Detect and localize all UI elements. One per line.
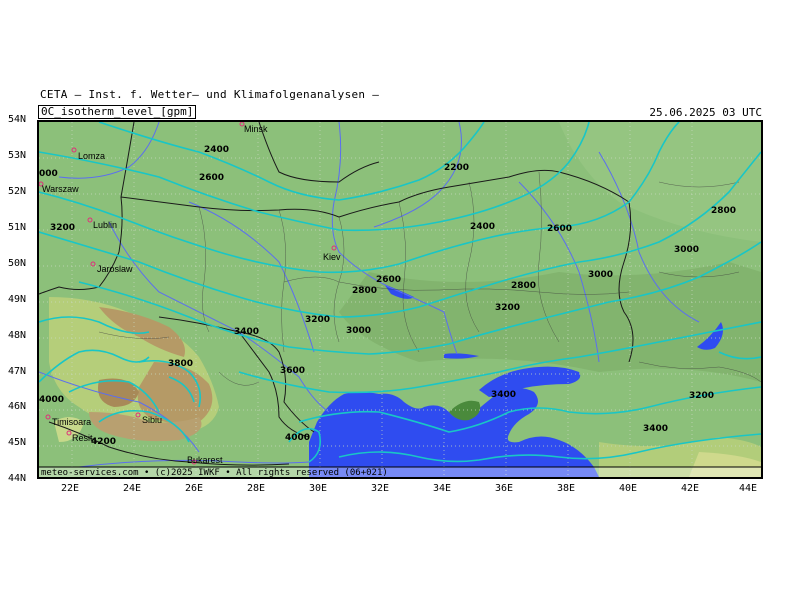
contour-label: 3000: [674, 245, 699, 255]
lon-label: 38E: [556, 483, 576, 494]
copyright-footer: meteo-services.com • (c)2025 IWKF • All …: [41, 468, 388, 477]
contour-label: 3600: [280, 366, 305, 376]
lon-label: 30E: [308, 483, 328, 494]
city-label-bukarest: Bukarest: [187, 455, 223, 465]
lat-label: 53N: [8, 150, 27, 161]
city-label-minsk: Minsk: [244, 124, 268, 134]
contour-label: 2800: [352, 286, 377, 296]
map-panel: Minsk Lomza Warszaw Lublin Jaroslaw Kiev…: [37, 120, 763, 479]
lat-label: 44N: [8, 473, 27, 484]
contour-label: 3400: [491, 390, 516, 400]
contour-label: 2400: [470, 222, 495, 232]
contour-label: 2200: [444, 163, 469, 173]
contour-label: 2600: [547, 224, 572, 234]
lon-label: 42E: [680, 483, 700, 494]
lon-label: 32E: [370, 483, 390, 494]
valid-time-label: 25.06.2025 03 UTC: [649, 106, 762, 119]
city-label-jaroslaw: Jaroslaw: [97, 264, 133, 274]
city-label-sibiu: Sibiu: [142, 415, 162, 425]
lon-label: 28E: [246, 483, 266, 494]
contour-label: 3400: [234, 327, 259, 337]
lat-label: 48N: [8, 330, 27, 341]
contour-label: 000: [39, 169, 58, 179]
city-label-lomza: Lomza: [78, 151, 105, 161]
lon-label: 40E: [618, 483, 638, 494]
lat-label: 46N: [8, 401, 27, 412]
city-label-warszaw: Warszaw: [42, 184, 79, 194]
contour-label: 2800: [511, 281, 536, 291]
contour-label: 3200: [305, 315, 330, 325]
contour-label: 3400: [643, 424, 668, 434]
contour-label: 3800: [168, 359, 193, 369]
lat-label: 50N: [8, 258, 27, 269]
contour-label: 4000: [285, 433, 310, 443]
lat-label: 47N: [8, 366, 27, 377]
map-canvas: Minsk Lomza Warszaw Lublin Jaroslaw Kiev…: [39, 122, 761, 477]
lon-label: 26E: [184, 483, 204, 494]
lon-label: 34E: [432, 483, 452, 494]
city-label-lublin: Lublin: [93, 220, 117, 230]
city-label-resit: Resit: [72, 433, 93, 443]
map-title: CETA — Inst. f. Wetter— und Klimafolgena…: [40, 88, 380, 101]
contour-label: 2400: [204, 145, 229, 155]
contour-label: 2800: [711, 206, 736, 216]
lon-label: 36E: [494, 483, 514, 494]
contour-label: 2600: [199, 173, 224, 183]
parameter-label: 0C_isotherm_level_[gpm]: [38, 105, 197, 119]
lat-label: 51N: [8, 222, 27, 233]
lat-label: 52N: [8, 186, 27, 197]
contour-label: 3200: [50, 223, 75, 233]
lon-label: 22E: [60, 483, 80, 494]
contour-label: 2600: [376, 275, 401, 285]
lat-label: 54N: [8, 114, 27, 125]
lon-label: 44E: [738, 483, 758, 494]
city-label-timisoara: Timisoara: [52, 417, 91, 427]
lat-label: 45N: [8, 437, 27, 448]
contour-label: 3000: [346, 326, 371, 336]
contour-label: 3200: [495, 303, 520, 313]
city-label-kiev: Kiev: [323, 252, 341, 262]
contour-label: 4200: [91, 437, 116, 447]
contour-label: 4000: [39, 395, 64, 405]
lon-label: 24E: [122, 483, 142, 494]
lat-label: 49N: [8, 294, 27, 305]
contour-label: 3200: [689, 391, 714, 401]
contour-label: 3000: [588, 270, 613, 280]
